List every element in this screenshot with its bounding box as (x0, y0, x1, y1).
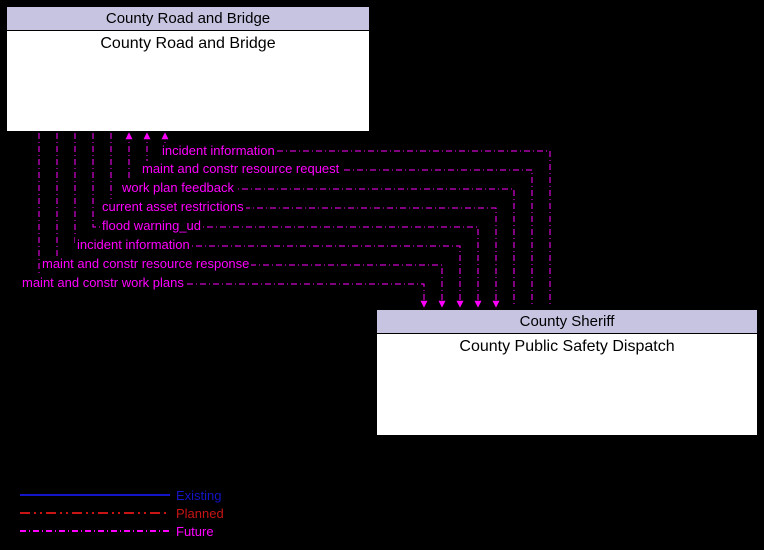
legend-label: Planned (176, 506, 224, 521)
flow-label[interactable]: incident information (160, 143, 277, 158)
legend: Existing Planned Future (20, 486, 224, 540)
flow-label[interactable]: current asset restrictions (100, 199, 246, 214)
flow-label[interactable]: maint and constr resource request (140, 161, 341, 176)
legend-row-existing: Existing (20, 486, 224, 504)
legend-label: Future (176, 524, 214, 539)
flow-label[interactable]: work plan feedback (120, 180, 236, 195)
flow-label[interactable]: maint and constr resource response (40, 256, 251, 271)
legend-swatch-planned (20, 507, 170, 519)
legend-swatch-future (20, 525, 170, 537)
legend-row-future: Future (20, 522, 224, 540)
legend-label: Existing (176, 488, 222, 503)
flow-label[interactable]: flood warning_ud (100, 218, 203, 233)
legend-swatch-existing (20, 489, 170, 501)
flow-label[interactable]: maint and constr work plans (20, 275, 186, 290)
flow-label[interactable]: incident information (75, 237, 192, 252)
legend-row-planned: Planned (20, 504, 224, 522)
